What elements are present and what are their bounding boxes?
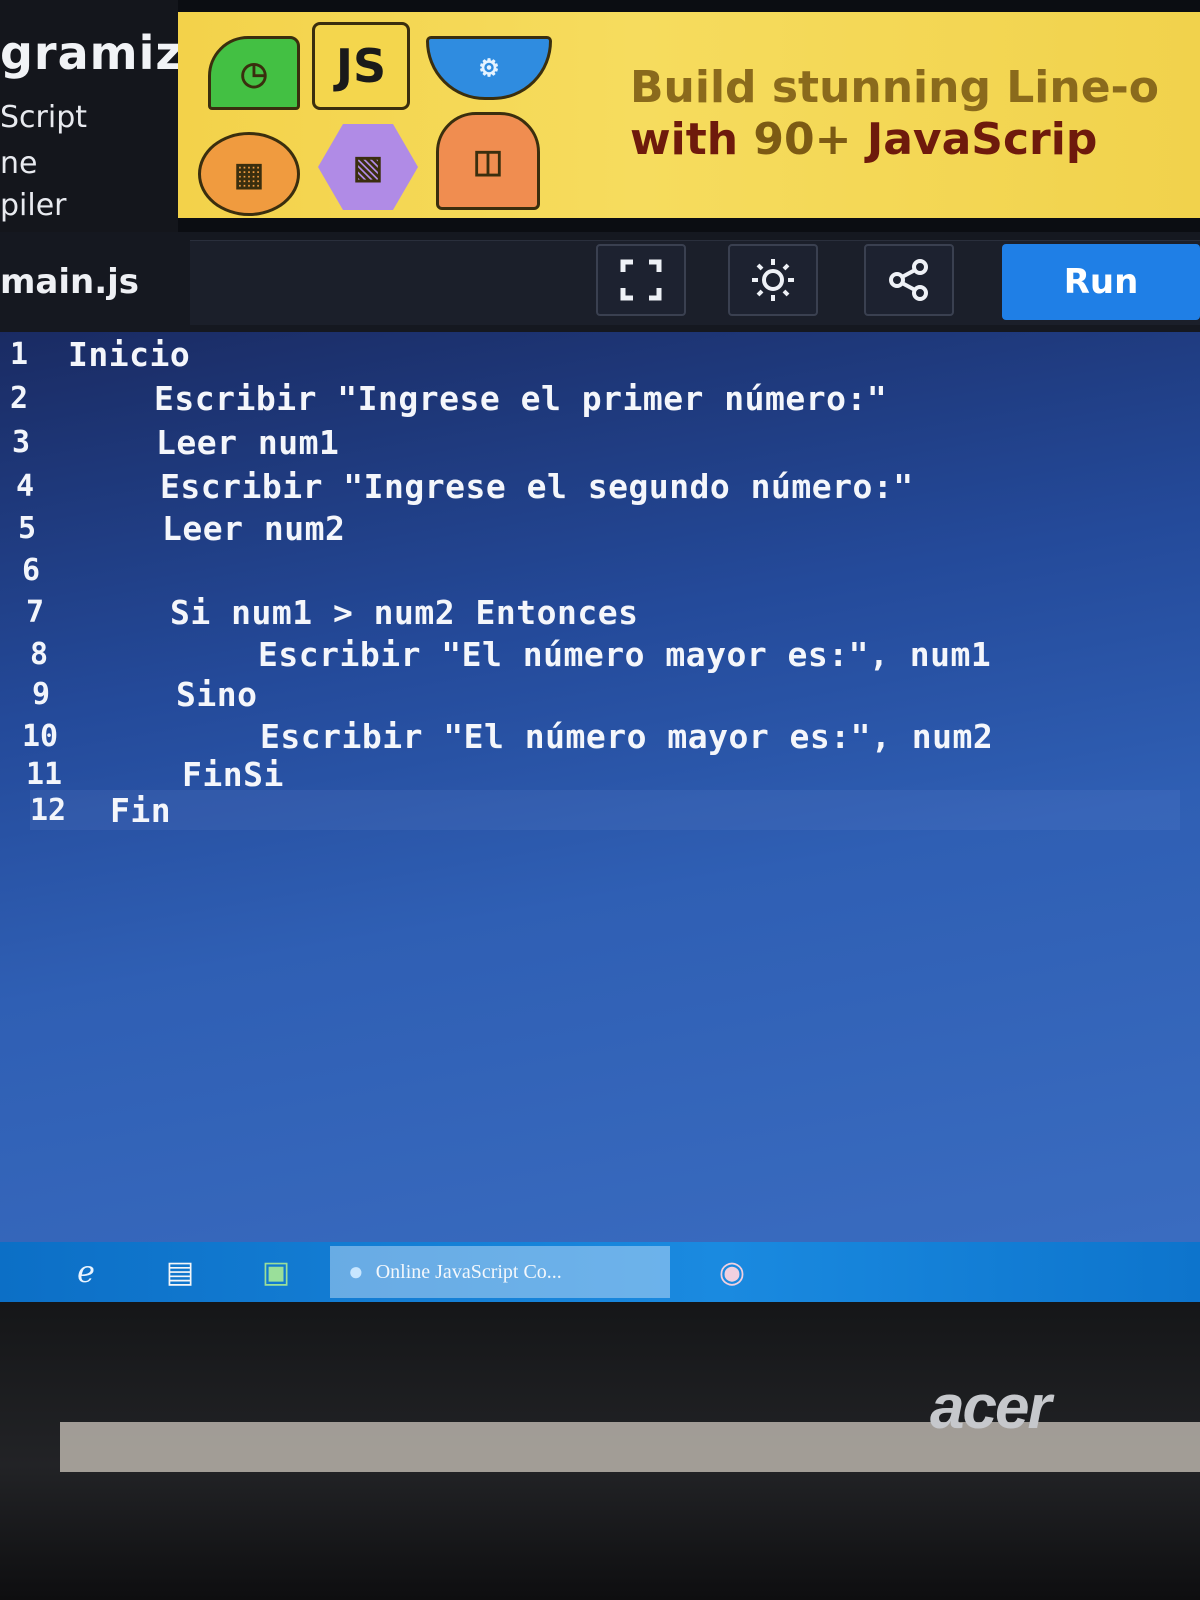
laptop-bezel: acer xyxy=(0,1302,1200,1600)
ad-headline: Build stunning Line-o xyxy=(630,62,1160,113)
line-number: 9 xyxy=(32,676,51,712)
line-number: 2 xyxy=(10,380,29,416)
editor-toolbar: main.js Run xyxy=(0,232,1200,332)
table-icon: ▦ xyxy=(198,132,300,216)
code-line: 7 Si num1 > num2 Entonces xyxy=(26,592,638,632)
js-logo-tile: JS xyxy=(312,22,410,110)
line-number: 8 xyxy=(30,636,49,672)
site-sidebar: gramiz Script ne piler xyxy=(0,0,182,232)
taskbar-app-title: Online JavaScript Co... xyxy=(375,1260,562,1283)
ad-subline-prefix: with xyxy=(630,114,754,165)
code-line: 9 Sino xyxy=(32,674,257,714)
code-line: 5 Leer num2 xyxy=(18,508,345,548)
code-text: Inicio xyxy=(68,334,191,374)
ad-subline: with 90+ JavaScrip xyxy=(630,114,1097,165)
code-line: 3 Leer num1 xyxy=(12,422,339,462)
line-number: 6 xyxy=(22,552,41,588)
browser-edge-icon[interactable]: ℯ xyxy=(66,1254,106,1290)
timer-icon: ◷ xyxy=(208,36,300,110)
code-text: Leer num2 xyxy=(162,508,346,548)
code-line: 4 Escribir "Ingrese el segundo número:" xyxy=(16,466,914,506)
ad-banner[interactable]: ◷ JS ⚙ ▦ ▧ ◫ Build stunning Line-o with … xyxy=(178,12,1200,218)
code-line: 6 xyxy=(22,550,166,590)
browser-icon: ● xyxy=(348,1257,364,1286)
theme-icon xyxy=(752,259,794,301)
filter-icon: ⚙ xyxy=(426,36,552,100)
line-number: 1 xyxy=(10,336,29,372)
code-text: Leer num1 xyxy=(156,422,340,462)
run-label: Run xyxy=(1063,262,1139,302)
code-line: 2 Escribir "Ingrese el primer número:" xyxy=(10,378,887,418)
run-button[interactable]: Run xyxy=(1002,244,1200,320)
fullscreen-button[interactable] xyxy=(596,244,686,316)
fullscreen-icon xyxy=(620,259,662,301)
sidebar-line-2[interactable]: ne xyxy=(0,146,37,181)
line-number: 7 xyxy=(26,594,45,630)
file-tab[interactable]: main.js xyxy=(0,262,139,302)
share-icon xyxy=(889,259,928,301)
code-text: Si num1 > num2 Entonces xyxy=(170,592,639,632)
code-line: 1 Inicio xyxy=(10,334,190,374)
code-text: Sino xyxy=(176,674,258,714)
code-line-active: 12 Fin xyxy=(30,790,1180,830)
device-brand-logo: acer xyxy=(930,1373,1052,1442)
store-icon[interactable]: ▣ xyxy=(256,1254,296,1290)
code-editor[interactable]: 1 Inicio 2 Escribir "Ingrese el primer n… xyxy=(0,332,1200,1242)
line-number: 3 xyxy=(12,424,31,460)
line-number: 10 xyxy=(22,718,59,754)
line-number: 11 xyxy=(26,756,63,792)
code-text: FinSi xyxy=(182,754,284,794)
code-text: Escribir "El número mayor es:", num1 xyxy=(258,634,992,674)
code-text: Escribir "Ingrese el primer número:" xyxy=(154,378,888,418)
code-text: Escribir "Ingrese el segundo número:" xyxy=(160,466,914,506)
site-brand[interactable]: gramiz xyxy=(0,26,183,80)
os-taskbar: ℯ ▤ ▣ ● Online JavaScript Co... ◉ xyxy=(0,1242,1200,1302)
sidebar-line-1[interactable]: Script xyxy=(0,100,87,135)
taskbar-active-app[interactable]: ● Online JavaScript Co... xyxy=(330,1246,670,1298)
code-line: 8 Escribir "El número mayor es:", num1 xyxy=(30,634,991,674)
ad-subline-number: 90+ xyxy=(753,114,852,165)
code-text: Fin xyxy=(110,790,172,830)
line-number: 5 xyxy=(18,510,37,546)
ad-subline-suffix: JavaScrip xyxy=(851,114,1098,165)
code-line: 11 FinSi xyxy=(26,754,284,794)
share-button[interactable] xyxy=(864,244,954,316)
chart-icon: ▧ xyxy=(318,124,418,210)
line-number: 4 xyxy=(16,468,35,504)
grid-icon: ◫ xyxy=(436,112,540,210)
chrome-icon[interactable]: ◉ xyxy=(712,1254,752,1290)
file-explorer-icon[interactable]: ▤ xyxy=(160,1254,200,1290)
code-text: Escribir "El número mayor es:", num2 xyxy=(260,716,994,756)
code-line: 10 Escribir "El número mayor es:", num2 xyxy=(22,716,993,756)
sidebar-line-3[interactable]: piler xyxy=(0,188,67,223)
theme-toggle-button[interactable] xyxy=(728,244,818,316)
line-number: 12 xyxy=(30,792,67,828)
